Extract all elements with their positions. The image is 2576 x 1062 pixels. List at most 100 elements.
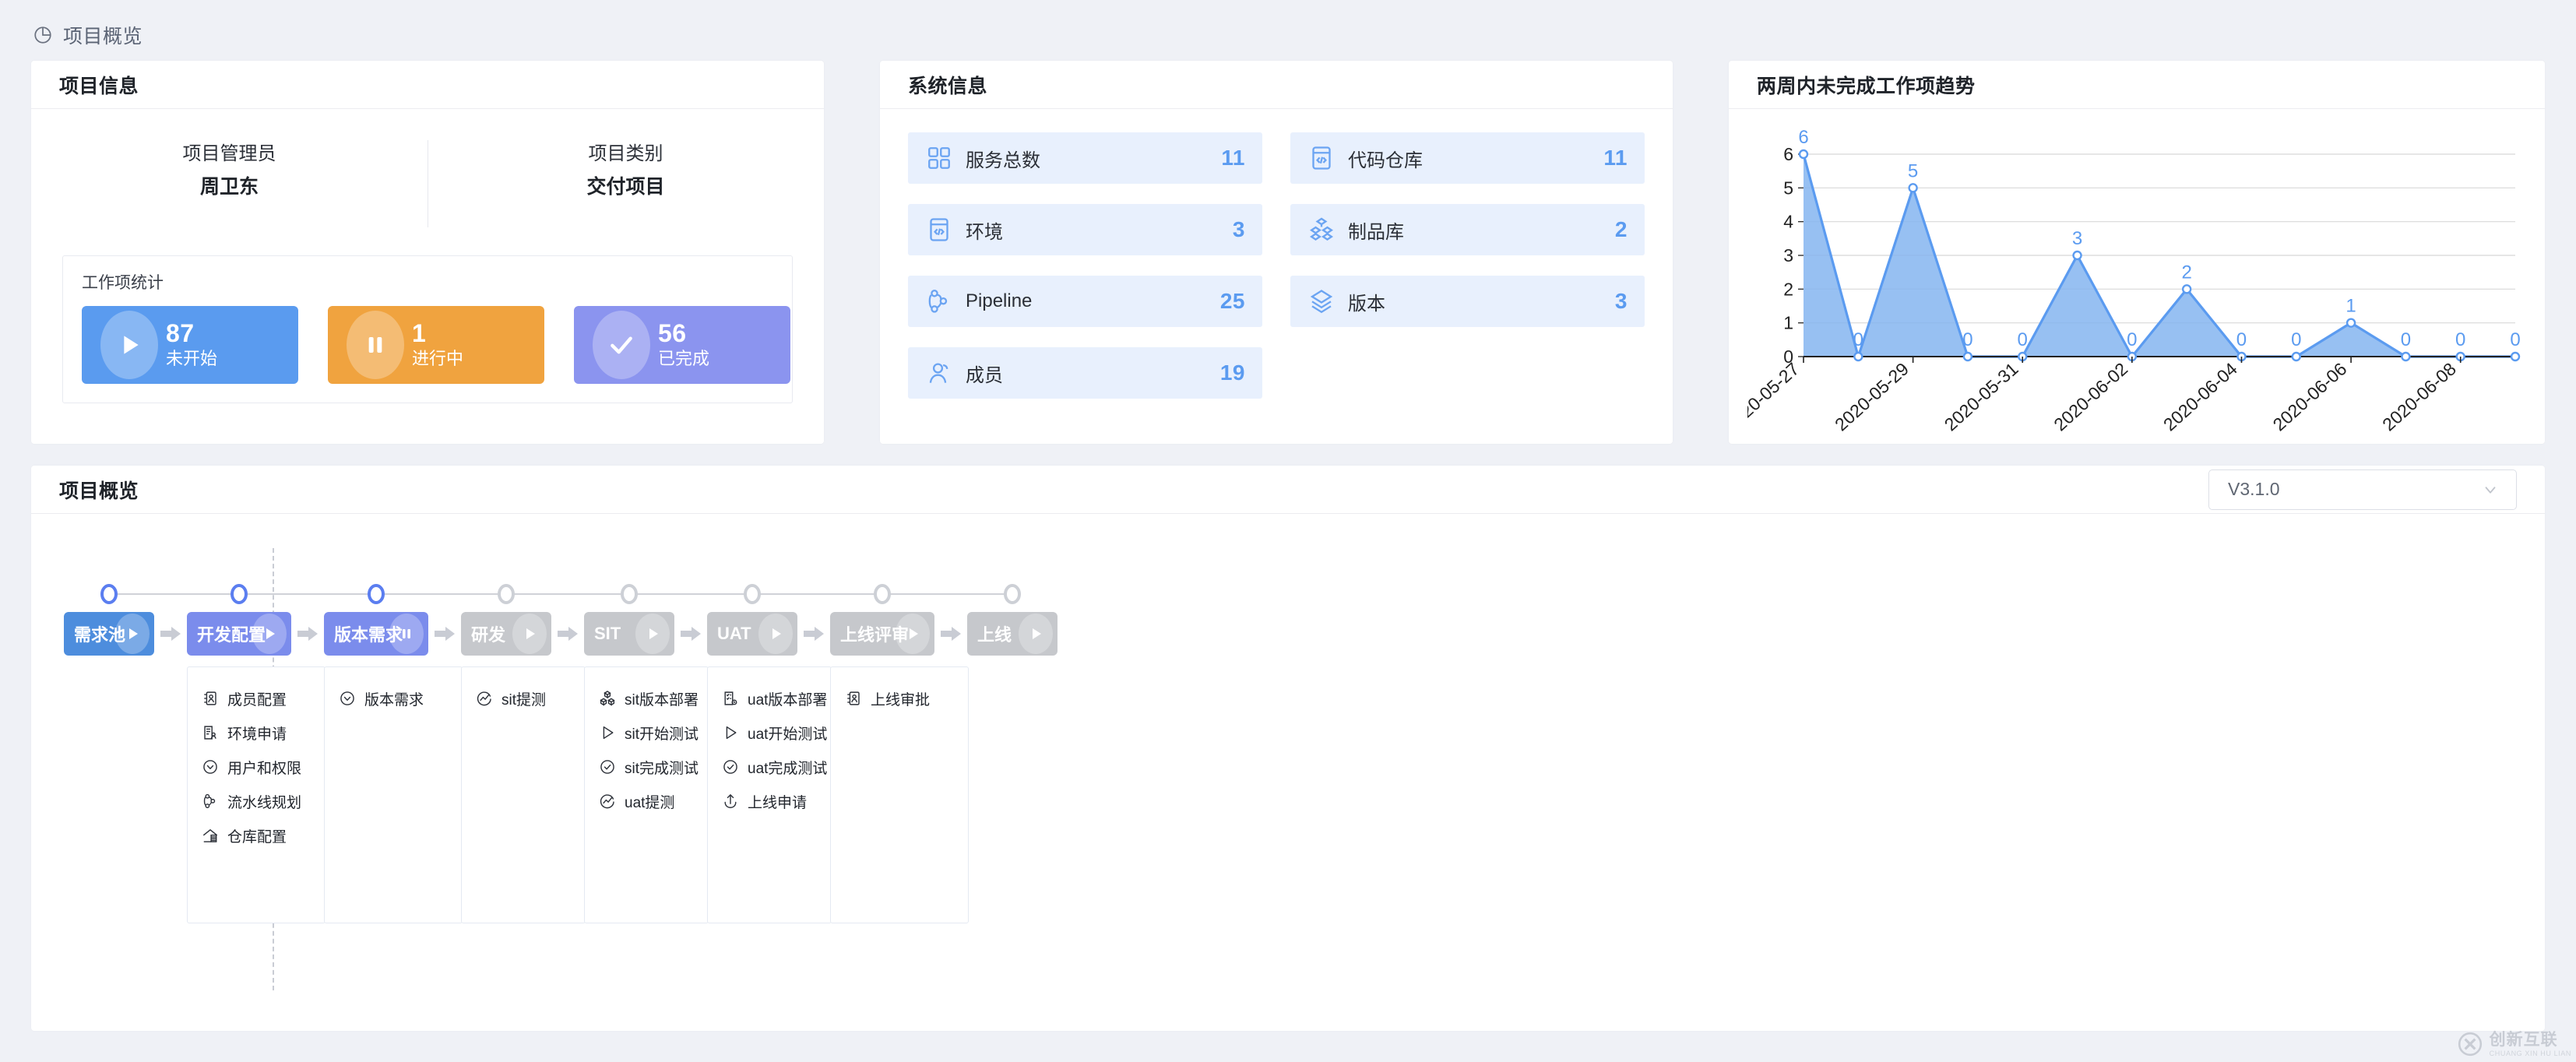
project-category-label: 项目类别 xyxy=(588,143,663,164)
svg-text:3: 3 xyxy=(1783,245,1793,266)
stage-1[interactable]: 需求池 xyxy=(64,612,154,656)
task-label: sit完成测试 xyxy=(625,760,699,777)
svg-text:4: 4 xyxy=(1783,212,1793,232)
svg-text:2020-05-29: 2020-05-29 xyxy=(1831,358,1913,431)
project-overview-body: 需求池 开发配置 版本需求 研发 SIT UAT 上线评审 上线 成员配置 环境申请 用户和权限流… xyxy=(31,514,2545,1031)
system-info-item-value: 2 xyxy=(1614,217,1628,241)
task-item[interactable]: 上线申请 xyxy=(708,784,831,818)
task-item[interactable]: 仓库配置 xyxy=(188,818,325,853)
trend-area-chart: 01234566050 03020 010 0 02020-05-27 2020-05-2… xyxy=(1747,127,2521,431)
svg-text:2020-06-02: 2020-06-02 xyxy=(2050,358,2131,431)
task-label: uat版本部署 xyxy=(748,691,828,709)
task-item[interactable]: uat版本部署 xyxy=(708,681,831,716)
system-info-item-3[interactable]: 制品库 2 xyxy=(1290,204,1645,255)
id-card-icon xyxy=(202,690,219,707)
task-item[interactable]: 环境申请 xyxy=(188,716,325,750)
stage-arrow-icon xyxy=(428,625,461,642)
svg-text:2020-05-27: 2020-05-27 xyxy=(1747,358,1803,431)
top-row: 项目信息 项目管理员 周卫东 项目类别 交付项目 工作项统计 87 未开始 1 xyxy=(31,61,2545,444)
system-info-item-6[interactable]: 成员 19 xyxy=(908,347,1262,399)
task-item[interactable]: 用户和权限 xyxy=(188,750,325,784)
task-item[interactable]: 流水线规划 xyxy=(188,784,325,818)
stage-3[interactable]: 版本需求 xyxy=(324,612,428,656)
task-item[interactable]: 版本需求 xyxy=(325,681,462,716)
upload-icon xyxy=(722,793,739,810)
system-info-item-1[interactable]: 代码仓库 11 xyxy=(1290,132,1645,184)
svg-text:0: 0 xyxy=(2510,329,2520,350)
svg-text:6: 6 xyxy=(1798,127,1808,148)
stage-5[interactable]: SIT xyxy=(584,612,674,656)
task-label: 环境申请 xyxy=(227,726,287,743)
page-root: 项目概览 项目信息 项目管理员 周卫东 项目类别 交付项目 工作项统计 87 未… xyxy=(0,0,2576,1062)
task-label: 版本需求 xyxy=(364,691,424,709)
pipeline-icon xyxy=(925,287,953,315)
play-icon xyxy=(1019,614,1053,654)
task-item[interactable]: sit完成测试 xyxy=(585,750,708,784)
task-label: 成员配置 xyxy=(227,691,287,709)
task-item[interactable]: sit版本部署 xyxy=(585,681,708,716)
project-category-value: 交付项目 xyxy=(586,176,665,198)
system-info-item-4[interactable]: Pipeline 25 xyxy=(908,276,1262,327)
stage-2[interactable]: 开发配置 xyxy=(187,612,291,656)
stage-label: SIT xyxy=(594,624,621,643)
task-label: 用户和权限 xyxy=(227,760,302,777)
system-info-title: 系统信息 xyxy=(908,75,988,97)
stage-arrow-icon xyxy=(154,625,187,642)
task-label: uat提测 xyxy=(625,794,675,811)
watermark-cn: 创新互联 xyxy=(2489,1030,2558,1049)
system-info-item-label: 成员 xyxy=(966,364,1003,386)
task-item[interactable]: uat开始测试 xyxy=(708,716,831,750)
trend-circle-icon xyxy=(476,690,493,707)
trend-header: 两周内未完成工作项趋势 xyxy=(1729,61,2545,109)
chevron-down-icon xyxy=(2482,481,2499,498)
trend-circle-icon xyxy=(599,793,616,810)
svg-text:2: 2 xyxy=(2181,262,2191,283)
stage-timeline xyxy=(100,584,1021,604)
svg-text:0: 0 xyxy=(2401,329,2411,350)
task-label: uat完成测试 xyxy=(748,760,828,777)
task-item[interactable]: sit提测 xyxy=(462,681,585,716)
svg-text:2: 2 xyxy=(1783,279,1793,299)
version-select[interactable]: V3.1.0 xyxy=(2208,469,2517,510)
smile-icon xyxy=(202,758,219,775)
pipeline-icon xyxy=(202,793,219,810)
task-item[interactable]: uat完成测试 xyxy=(708,750,831,784)
stage-label: 研发 xyxy=(471,625,506,645)
system-info-item-2[interactable]: 环境 3 xyxy=(908,204,1262,255)
stage-8[interactable]: 上线 xyxy=(967,612,1057,656)
work-item-tile-caption: 进行中 xyxy=(412,349,464,368)
task-panel-3: 版本需求 xyxy=(324,666,463,923)
svg-text:0: 0 xyxy=(2127,329,2137,350)
watermark-en: CHUANG XIN HU LIAN xyxy=(2489,1049,2571,1057)
task-item[interactable]: sit开始测试 xyxy=(585,716,708,750)
task-panel-6: uat版本部署 uat开始测试 uat完成测试上线申请 xyxy=(707,666,832,923)
system-info-item-label: 环境 xyxy=(966,221,1003,243)
stage-4[interactable]: 研发 xyxy=(461,612,551,656)
check-circle-icon xyxy=(599,758,616,775)
check-circle-icon xyxy=(722,758,739,775)
work-item-tile-2[interactable]: 56 已完成 xyxy=(574,306,790,384)
task-label: uat开始测试 xyxy=(748,726,828,743)
task-item[interactable]: 上线审批 xyxy=(831,681,968,716)
svg-text:2020-06-06: 2020-06-06 xyxy=(2269,358,2351,431)
play-icon xyxy=(512,614,547,654)
work-item-tile-text: 87 未开始 xyxy=(166,319,217,371)
svg-text:0: 0 xyxy=(2236,329,2247,350)
stage-6[interactable]: UAT xyxy=(707,612,797,656)
members-icon xyxy=(925,359,953,387)
env-icon xyxy=(925,216,953,244)
task-item[interactable]: uat提测 xyxy=(585,784,708,818)
task-label: sit提测 xyxy=(501,691,547,709)
task-panel-5: sit版本部署 sit开始测试 sit完成测试 uat提测 xyxy=(584,666,709,923)
system-info-item-5[interactable]: 版本 3 xyxy=(1290,276,1645,327)
task-item[interactable]: 成员配置 xyxy=(188,681,325,716)
project-overview-title: 项目概览 xyxy=(59,480,139,502)
task-panel-2: 成员配置环境申请用户和权限流水线规划 仓库配置 xyxy=(187,666,326,923)
trend-title: 两周内未完成工作项趋势 xyxy=(1757,75,1976,97)
stage-7[interactable]: 上线评审 xyxy=(830,612,934,656)
work-item-tile-0[interactable]: 87 未开始 xyxy=(82,306,298,384)
stage-label: UAT xyxy=(717,624,751,643)
system-info-item-0[interactable]: 服务总数 11 xyxy=(908,132,1262,184)
work-item-tile-1[interactable]: 1 进行中 xyxy=(328,306,544,384)
work-item-tile-number: 56 xyxy=(658,319,687,347)
